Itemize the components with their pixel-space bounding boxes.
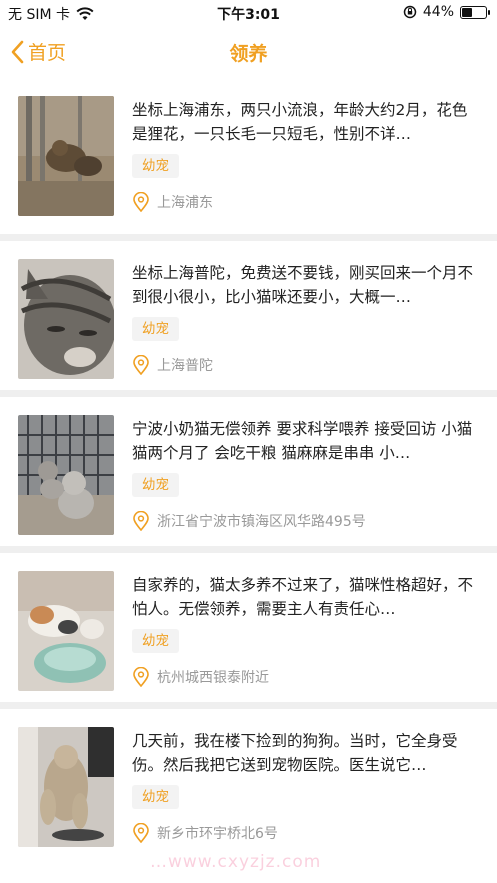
list-item[interactable]: 自家养的，猫太多养不过来了，猫咪性格超好，不怕人。无偿领养，需要主人有责任心… …: [0, 546, 497, 702]
watermark: …www.cxyzjz.com: [150, 852, 322, 872]
listing-description: 几天前，我在楼下捡到的狗狗。当时，它全身受伤。然后我把它送到宠物医院。医生说它…: [132, 732, 458, 774]
status-right: 44%: [403, 4, 490, 20]
listing-description: 宁波小奶猫无偿领养 要求科学喂养 接受回访 小猫猫两个月了 会吃干粮 猫麻麻是串…: [132, 420, 473, 462]
page-title: 领养: [229, 43, 268, 65]
pet-photo: [18, 259, 114, 379]
location: 上海普陀: [132, 355, 213, 375]
battery-level: [462, 7, 473, 17]
location: 杭州城西银泰附近: [132, 667, 269, 687]
pet-photo: [18, 571, 114, 691]
pet-photo: [18, 96, 114, 216]
pet-photo: [18, 727, 114, 847]
listing-description: 坐标上海普陀，免费送不要钱，刚买回来一个月不到很小很小，比小猫咪还要小，大概一…: [132, 264, 474, 306]
list-item[interactable]: 宁波小奶猫无偿领养 要求科学喂养 接受回访 小猫猫两个月了 会吃干粮 猫麻麻是串…: [0, 390, 497, 546]
list-item[interactable]: 坐标上海浦东，两只小流浪，年龄大约2月，花色是狸花，一只长毛一只短毛，性别不详……: [0, 78, 497, 234]
category-tag: 幼宠: [132, 154, 179, 178]
listing-description: 自家养的，猫太多养不过来了，猫咪性格超好，不怕人。无偿领养，需要主人有责任心…: [132, 576, 474, 618]
location: 浙江省宁波市镇海区风华路495号: [132, 511, 366, 531]
adoption-list: 坐标上海浦东，两只小流浪，年龄大约2月，花色是狸花，一只长毛一只短毛，性别不详……: [0, 78, 497, 858]
location-label: 浙江省宁波市镇海区风华路495号: [157, 514, 366, 530]
location-label: 上海普陀: [157, 358, 213, 374]
location: 新乡市环宇桥北6号: [132, 823, 278, 843]
battery-icon: [460, 5, 490, 19]
category-tag: 幼宠: [132, 473, 179, 497]
pet-photo: [18, 415, 114, 535]
location-pin-icon: [133, 355, 149, 375]
location-label: 杭州城西银泰附近: [157, 670, 269, 686]
battery-percent: 44%: [422, 4, 454, 20]
list-item[interactable]: 几天前，我在楼下捡到的狗狗。当时，它全身受伤。然后我把它送到宠物医院。医生说它……: [0, 702, 497, 858]
location-label: 上海浦东: [157, 195, 213, 211]
location-pin-icon: [133, 192, 149, 212]
listing-description: 坐标上海浦东，两只小流浪，年龄大约2月，花色是狸花，一只长毛一只短毛，性别不详…: [132, 101, 468, 143]
location-pin-icon: [133, 667, 149, 687]
category-tag: 幼宠: [132, 785, 179, 809]
location: 上海浦东: [132, 192, 213, 212]
location-pin-icon: [133, 511, 149, 531]
location-label: 新乡市环宇桥北6号: [157, 826, 278, 842]
category-tag: 幼宠: [132, 629, 179, 653]
rotation-lock-icon: [403, 5, 417, 19]
list-item[interactable]: 坐标上海普陀，免费送不要钱，刚买回来一个月不到很小很小，比小猫咪还要小，大概一……: [0, 234, 497, 390]
navigation-bar: 首页 领养: [0, 26, 497, 78]
location-pin-icon: [133, 823, 149, 843]
category-tag: 幼宠: [132, 317, 179, 341]
status-bar: 无 SIM 卡 下午3:01 44%: [0, 0, 497, 26]
